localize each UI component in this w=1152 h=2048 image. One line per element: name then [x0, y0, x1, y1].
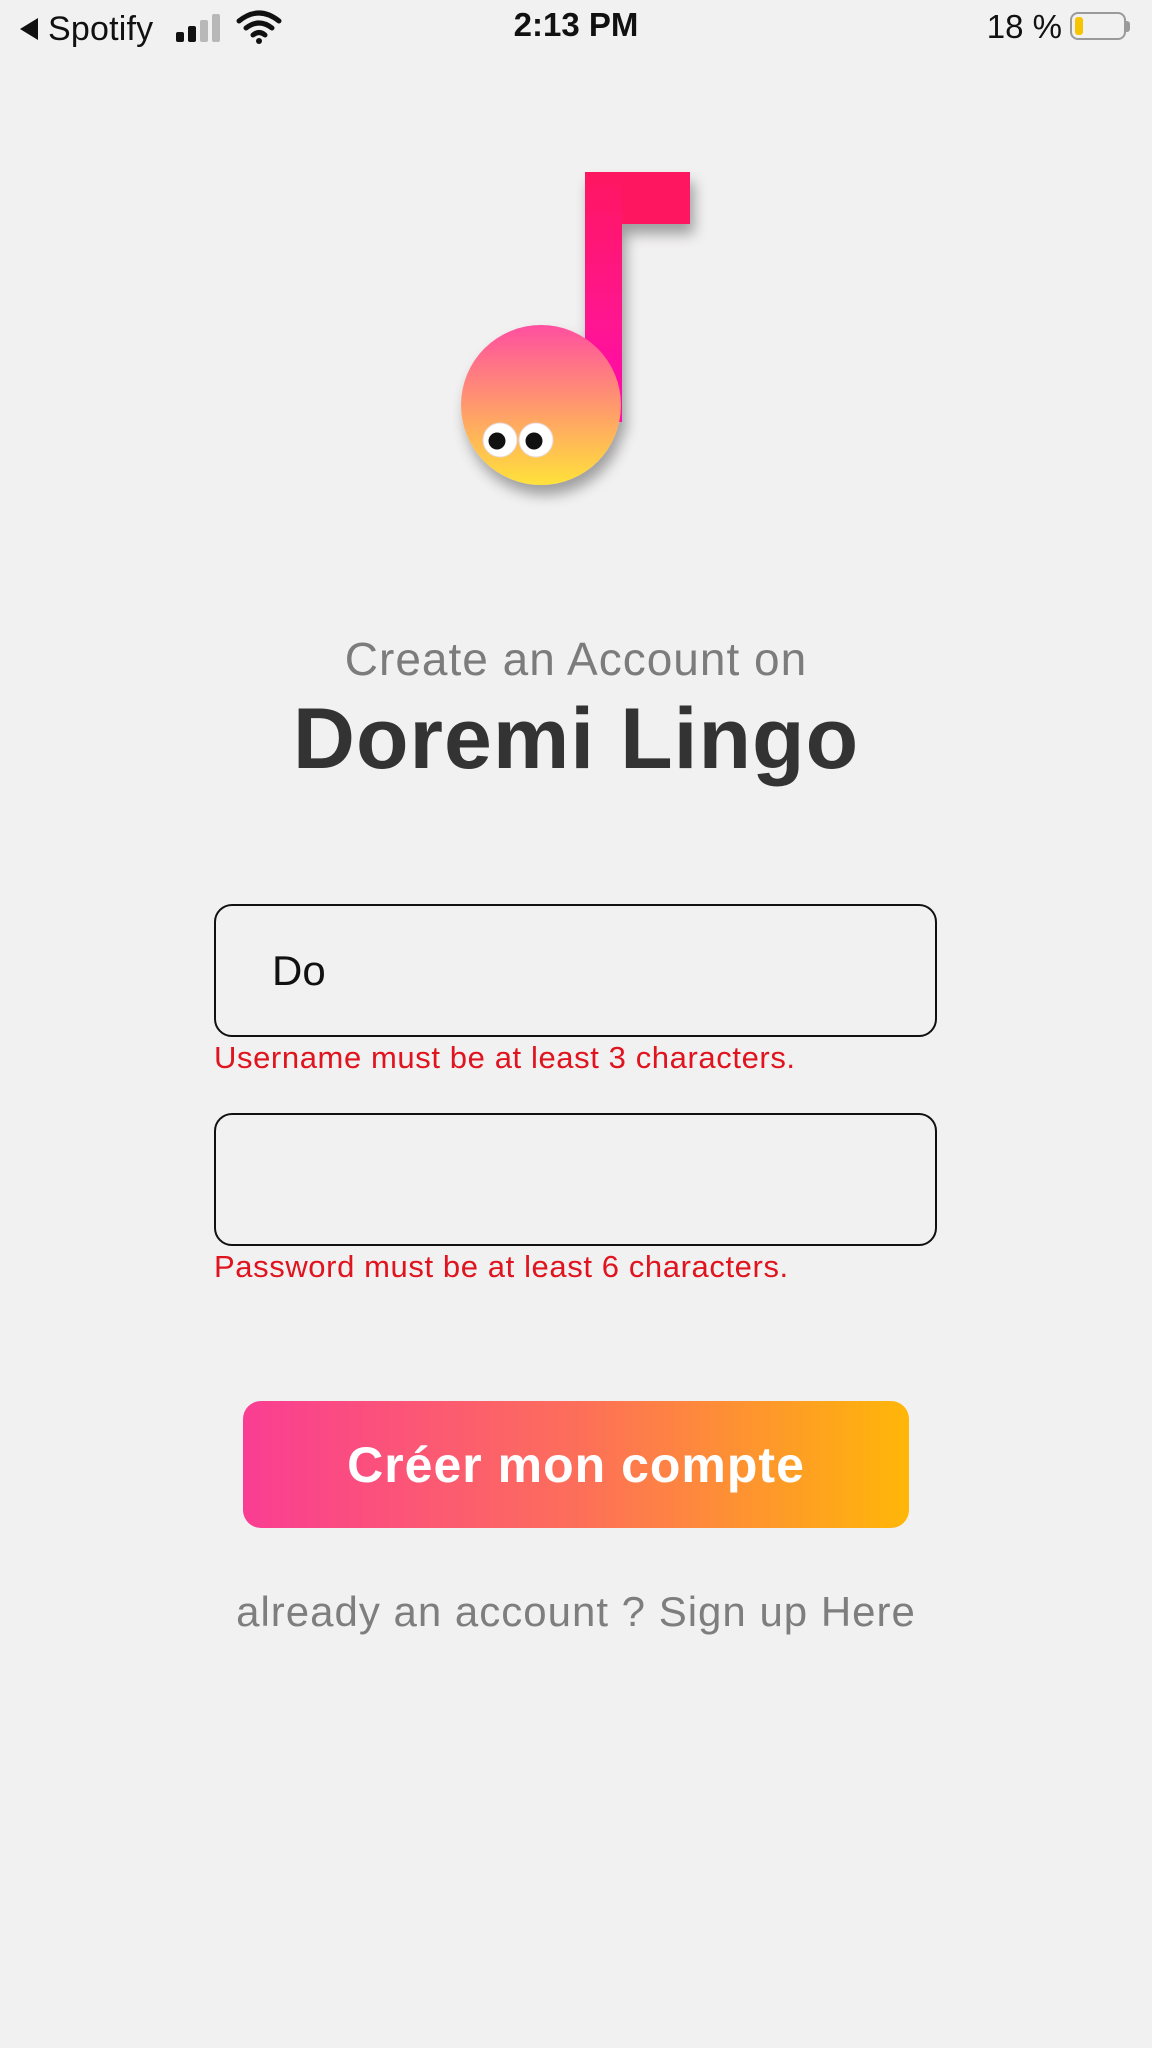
username-error-message: Username must be at least 3 characters. — [214, 1040, 796, 1075]
battery-fill — [1075, 17, 1083, 35]
battery-cap — [1126, 21, 1130, 32]
status-bar: Spotify 2:13 PM 18 % — [0, 0, 1152, 58]
status-time: 2:13 PM — [513, 6, 639, 43]
username-input[interactable]: Do — [214, 904, 937, 1037]
password-error-message: Password must be at least 6 characters. — [214, 1249, 789, 1284]
sign-up-link[interactable]: already an account ? Sign up Here — [0, 1588, 1152, 1636]
page-title: Doremi Lingo — [292, 691, 860, 787]
page-subtitle: Create an Account on — [344, 633, 808, 685]
battery-percent: 18 % — [986, 8, 1062, 45]
create-account-button[interactable]: Créer mon compte — [243, 1401, 909, 1528]
music-note-mascot-logo — [461, 172, 690, 485]
password-input[interactable] — [214, 1113, 937, 1246]
battery-icon — [1070, 12, 1130, 42]
